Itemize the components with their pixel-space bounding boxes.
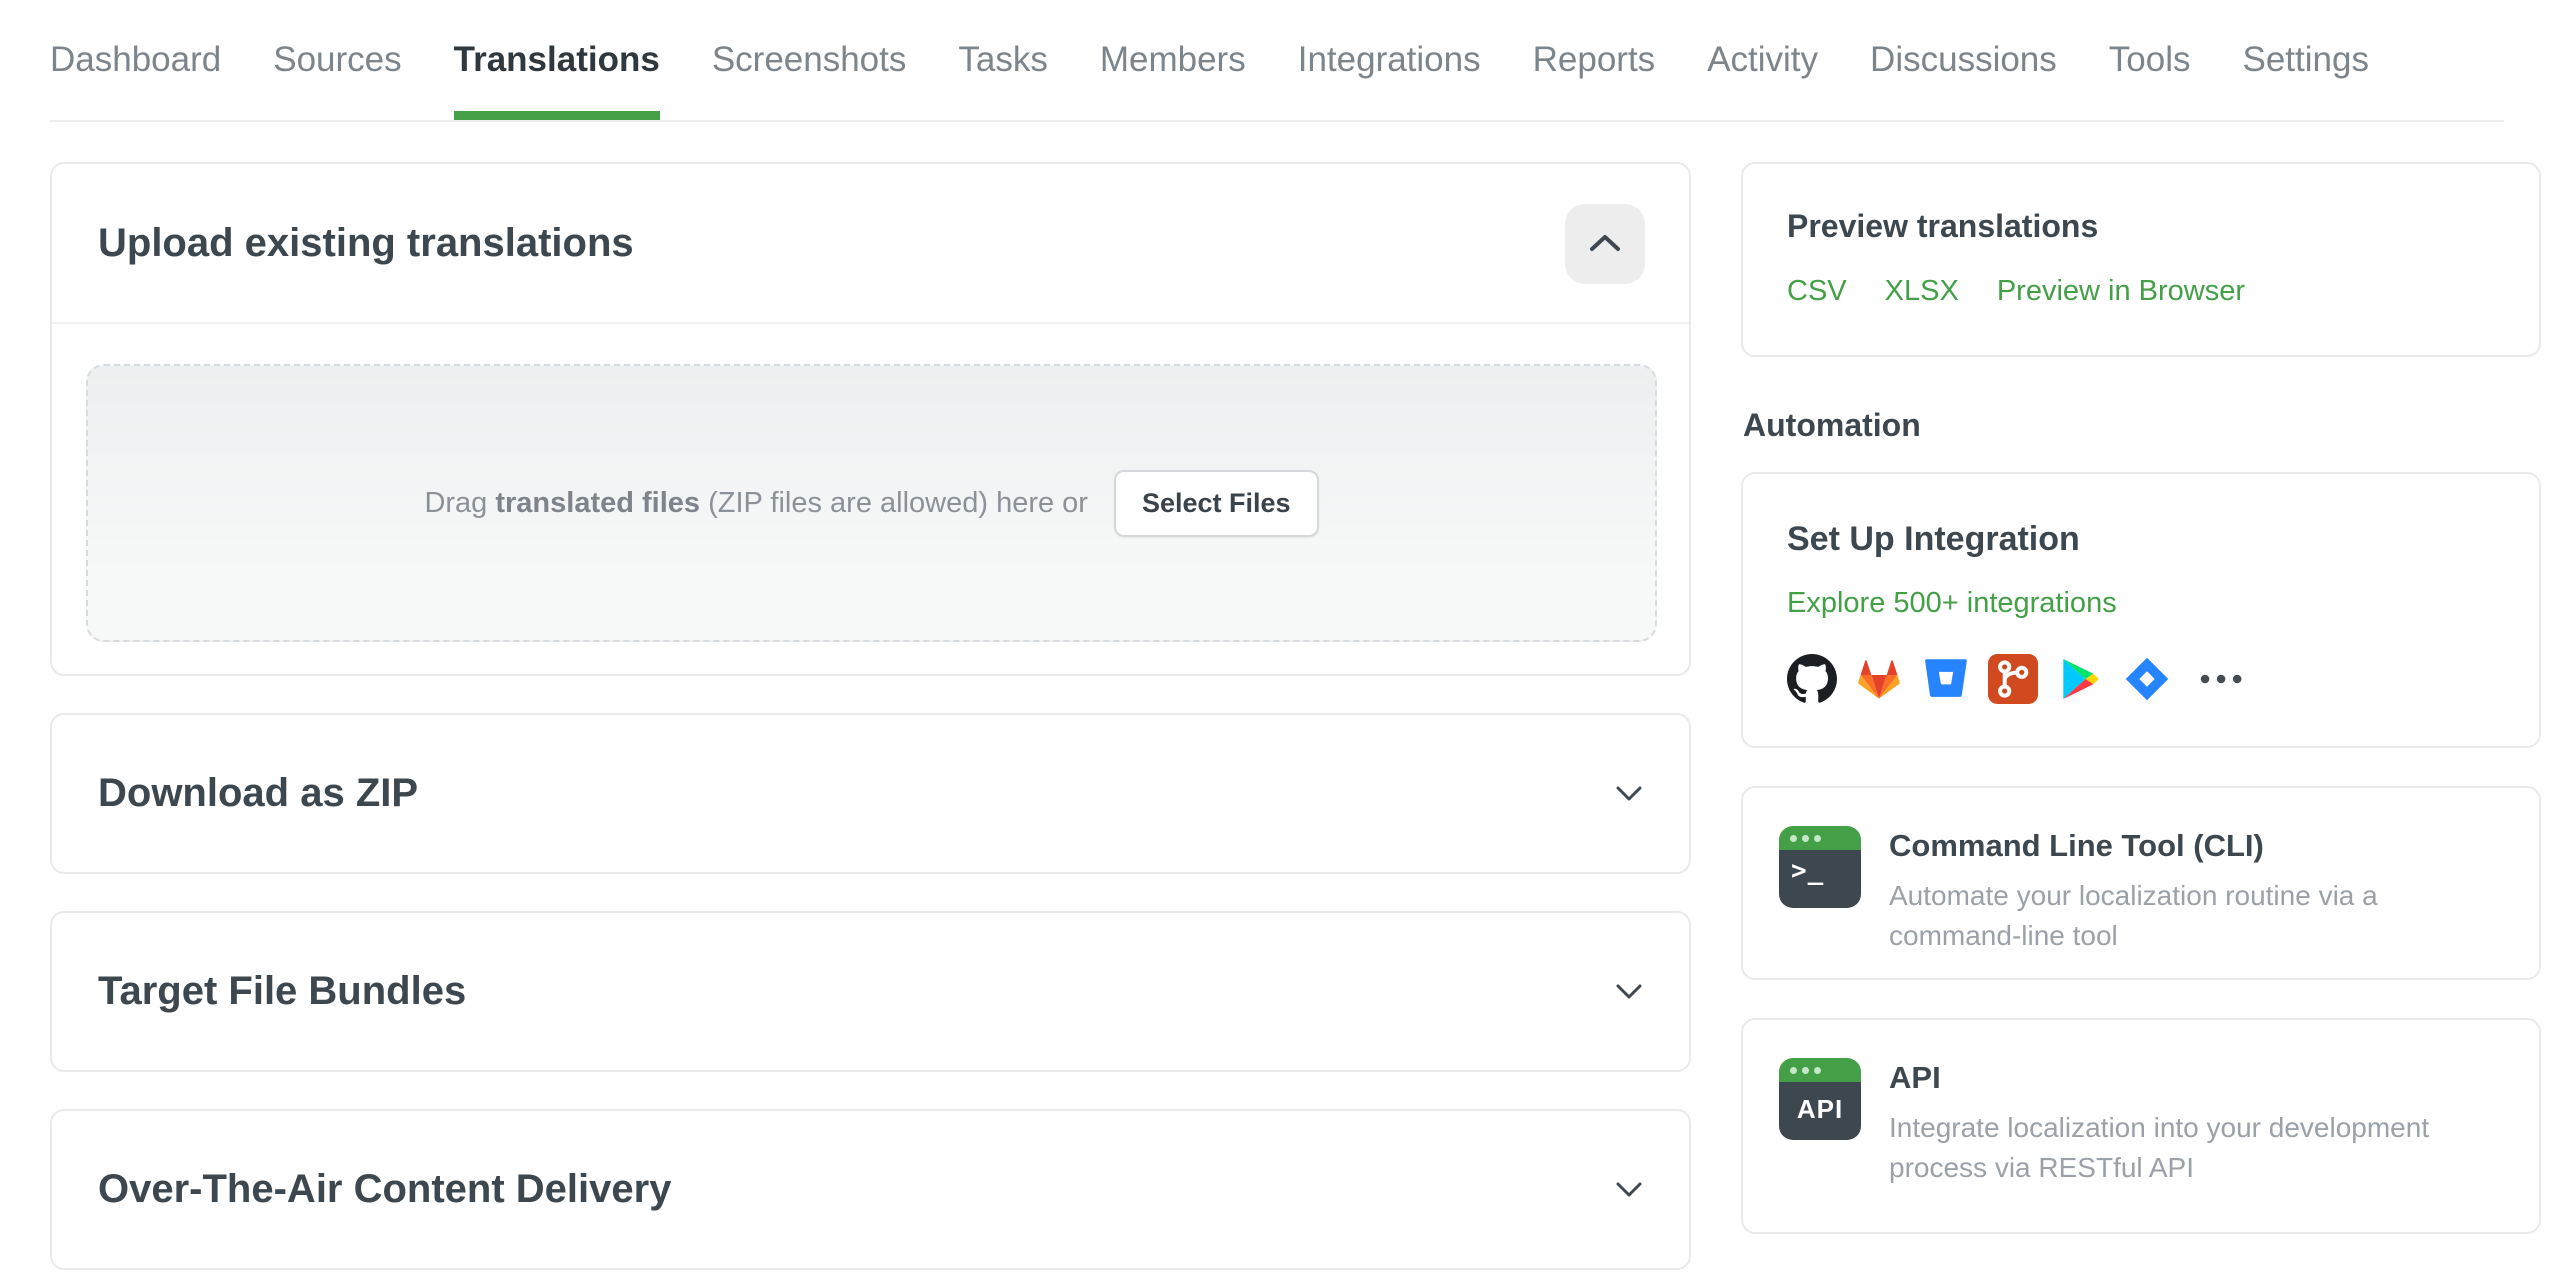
window-dot-icon	[1802, 1066, 1809, 1074]
tab-screenshots[interactable]: Screenshots	[712, 40, 907, 120]
project-tabs: Dashboard Sources Translations Screensho…	[50, 0, 2504, 122]
select-files-button[interactable]: Select Files	[1113, 469, 1319, 537]
download-as-zip-card[interactable]: Download as ZIP	[50, 713, 1691, 874]
set-up-integration-title: Set Up Integration	[1787, 520, 2080, 558]
chevron-down-icon	[1615, 983, 1643, 1000]
jira-icon[interactable]	[2122, 654, 2172, 704]
upload-existing-translations-card: Upload existing translations Drag transl…	[50, 162, 1691, 676]
bitbucket-icon[interactable]	[1921, 654, 1971, 704]
file-dropzone[interactable]: Drag translated files (ZIP files are all…	[86, 364, 1657, 642]
tab-members[interactable]: Members	[1100, 40, 1246, 120]
terminal-icon: >_	[1779, 826, 1861, 908]
tab-integrations[interactable]: Integrations	[1298, 40, 1481, 120]
preview-in-browser-link[interactable]: Preview in Browser	[1997, 275, 2245, 308]
integration-icons-row	[1787, 654, 2495, 704]
tab-activity[interactable]: Activity	[1707, 40, 1818, 120]
cli-card-description: Automate your localization routine via a…	[1889, 880, 2378, 951]
google-play-icon[interactable]	[2055, 654, 2105, 704]
more-integrations-icon[interactable]	[2197, 654, 2247, 704]
target-file-bundles-card[interactable]: Target File Bundles	[50, 911, 1691, 1072]
collapse-section-button[interactable]	[1565, 204, 1645, 284]
preview-translations-card: Preview translations CSV XLSX Preview in…	[1741, 162, 2541, 357]
tab-discussions[interactable]: Discussions	[1870, 40, 2057, 120]
window-dot-icon	[1802, 834, 1809, 842]
api-card-text: API Integrate localization into your dev…	[1889, 1058, 2429, 1194]
tab-dashboard[interactable]: Dashboard	[50, 40, 221, 120]
csv-link[interactable]: CSV	[1787, 275, 1847, 308]
chevron-down-icon	[1615, 785, 1643, 802]
explore-integrations-row: Explore 500+ integrations	[1787, 587, 2495, 620]
chevron-up-icon	[1588, 233, 1622, 256]
terminal-icon-titlebar	[1779, 826, 1861, 850]
xlsx-link[interactable]: XLSX	[1885, 275, 1959, 308]
git-icon[interactable]	[1988, 654, 2038, 704]
api-card-description: Integrate localization into your develop…	[1889, 1112, 2430, 1183]
main-column: Upload existing translations Drag transl…	[50, 162, 1691, 1270]
target-file-bundles-title: Target File Bundles	[98, 969, 467, 1013]
set-up-integration-card: Set Up Integration Explore 500+ integrat…	[1741, 472, 2541, 748]
over-the-air-card[interactable]: Over-The-Air Content Delivery	[50, 1109, 1691, 1270]
api-card[interactable]: API API Integrate localization into your…	[1741, 1018, 2541, 1234]
api-icon-titlebar	[1779, 1058, 1861, 1082]
upload-card-header: Upload existing translations	[52, 164, 1689, 324]
window-dot-icon	[1790, 1066, 1797, 1074]
window-dot-icon	[1814, 834, 1821, 842]
api-icon: API	[1779, 1058, 1861, 1140]
terminal-prompt-glyph: >_	[1791, 856, 1825, 886]
window-dot-icon	[1814, 1066, 1821, 1074]
automation-heading: Automation	[1743, 407, 1921, 443]
explore-integrations-link[interactable]: Explore 500+ integrations	[1787, 587, 2117, 619]
preview-links: CSV XLSX Preview in Browser	[1787, 275, 2495, 308]
sidebar-column: Preview translations CSV XLSX Preview in…	[1741, 162, 2541, 1234]
chevron-down-icon	[1615, 1181, 1643, 1198]
api-card-title: API	[1889, 1060, 1941, 1095]
cli-tool-card[interactable]: >_ Command Line Tool (CLI) Automate your…	[1741, 786, 2541, 980]
api-icon-label: API	[1796, 1094, 1844, 1124]
dropzone-instruction: Drag translated files (ZIP files are all…	[424, 486, 1088, 519]
gitlab-icon[interactable]	[1854, 654, 1904, 704]
upload-card-body: Drag translated files (ZIP files are all…	[52, 324, 1689, 674]
window-dot-icon	[1790, 834, 1797, 842]
preview-translations-title: Preview translations	[1787, 208, 2099, 244]
tab-translations[interactable]: Translations	[453, 40, 660, 120]
cli-card-text: Command Line Tool (CLI) Automate your lo…	[1889, 826, 2378, 951]
upload-card-title: Upload existing translations	[98, 220, 634, 265]
over-the-air-title: Over-The-Air Content Delivery	[98, 1167, 672, 1211]
tab-sources[interactable]: Sources	[273, 40, 401, 120]
tab-tasks[interactable]: Tasks	[958, 40, 1047, 120]
tab-settings[interactable]: Settings	[2243, 40, 2369, 120]
github-icon[interactable]	[1787, 654, 1837, 704]
cli-card-title: Command Line Tool (CLI)	[1889, 828, 2264, 863]
download-zip-title: Download as ZIP	[98, 771, 419, 815]
tab-reports[interactable]: Reports	[1533, 40, 1656, 120]
tab-tools[interactable]: Tools	[2109, 40, 2191, 120]
